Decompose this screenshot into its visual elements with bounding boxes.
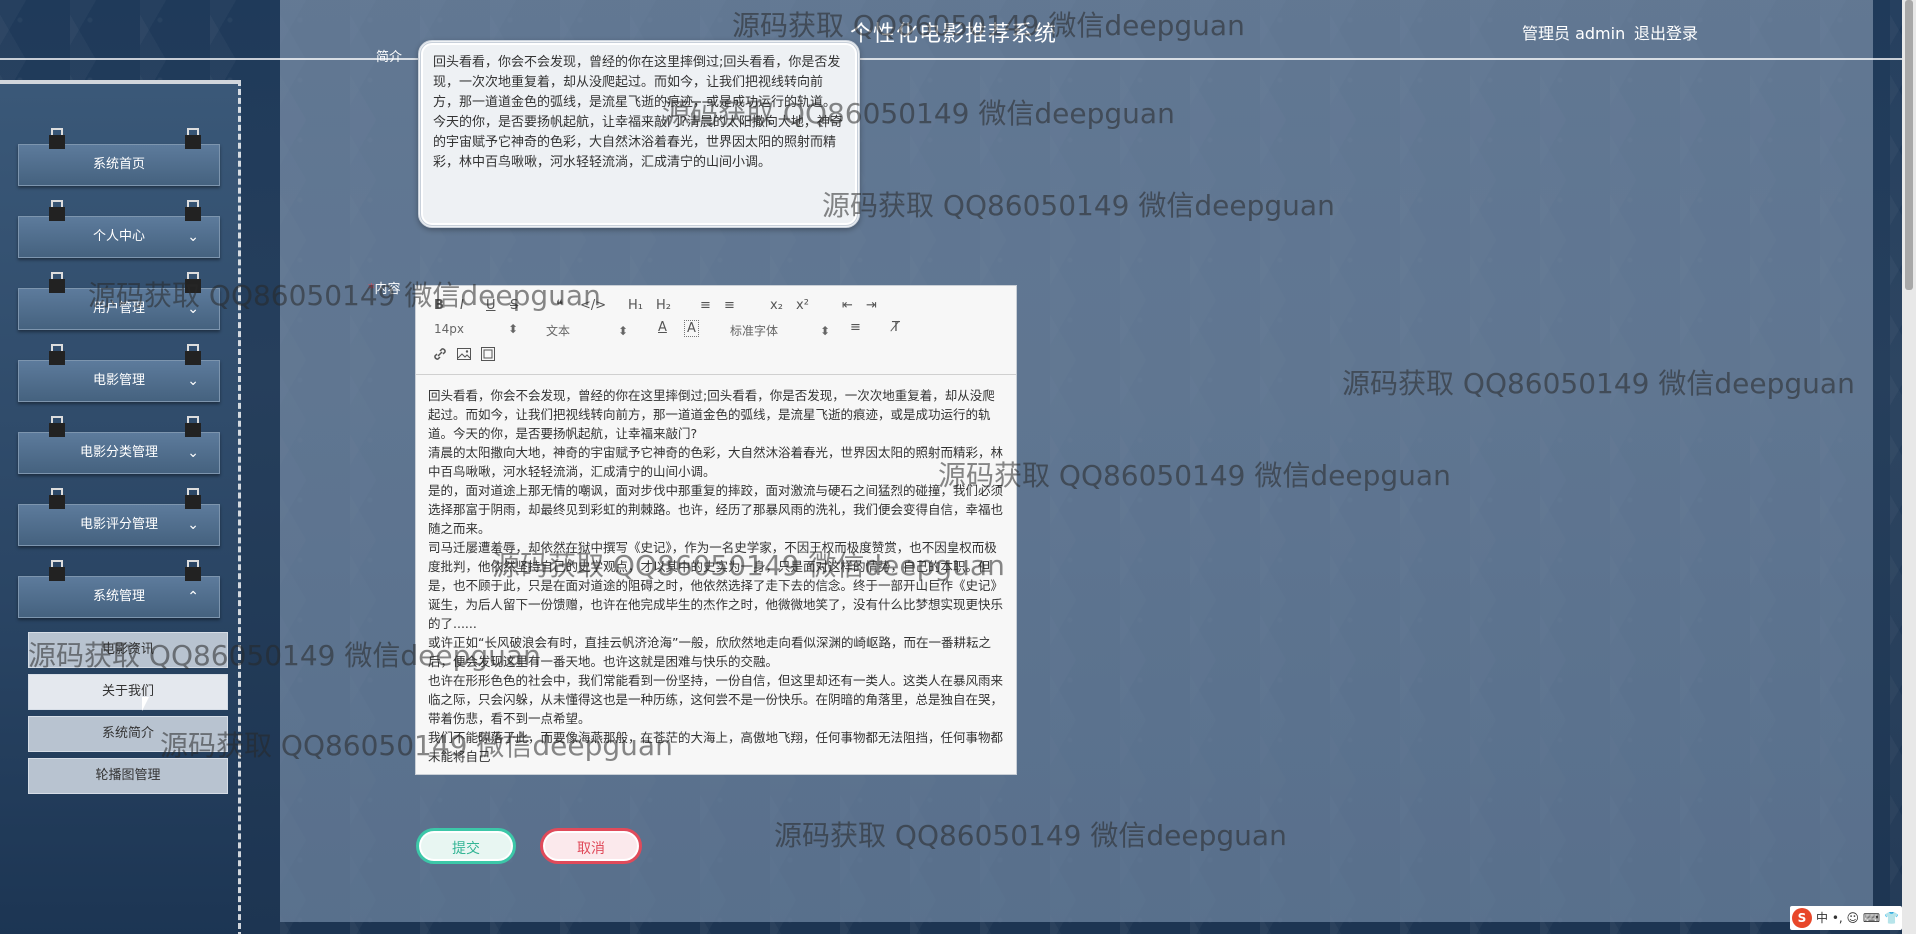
- italic-button[interactable]: I: [460, 298, 464, 313]
- text-style-select[interactable]: 文本 ⬍: [546, 322, 628, 339]
- chevron-down-icon: ⌄: [187, 301, 199, 317]
- sidebar-item-movie-category-management[interactable]: 电影分类管理 ⌄: [18, 416, 220, 474]
- admin-label: 管理员 admin: [1522, 24, 1626, 43]
- chevron-down-icon: ⌄: [187, 373, 199, 389]
- image-icon[interactable]: [456, 346, 472, 362]
- chevron-down-icon: ⌄: [187, 229, 199, 245]
- chevron-down-icon: ⌄: [187, 517, 199, 533]
- binder-clip-icon: [49, 200, 65, 221]
- rich-text-editor[interactable]: B I U S ❝ </> H₁ H₂ ≡ ≡ x₂ x² ⇤ ⇥ 14px ⬍ …: [415, 285, 1017, 775]
- editor-paragraph: 司马迁屡遭羞辱，却依然在狱中撰写《史记》，作为一名史学家，不因王权而极度赞赏，也…: [428, 540, 1004, 631]
- sidebar-subitem-system-intro[interactable]: 系统简介: [28, 716, 228, 752]
- clear-format-button[interactable]: T̸: [892, 320, 900, 335]
- select-arrow-icon: ⬍: [618, 324, 629, 338]
- code-block-button[interactable]: </>: [580, 298, 606, 313]
- sidebar-subitem-about-us[interactable]: 关于我们: [28, 674, 228, 710]
- binder-clip-icon: [49, 488, 65, 509]
- intro-textarea[interactable]: 回头看看，你会不会发现，曾经的你在这里摔倒过;回头看看，你是否发现，一次次地重复…: [418, 40, 860, 228]
- chevron-up-icon: ⌃: [187, 589, 199, 605]
- sidebar-subitem-label: 轮播图管理: [95, 768, 161, 783]
- sidebar-item-home[interactable]: 系统首页: [18, 128, 220, 186]
- sidebar-item-label: 系统首页: [92, 157, 145, 172]
- editor-content[interactable]: 回头看看，你会不会发现，曾经的你在这里摔倒过;回头看看，你是否发现，一次次地重复…: [428, 386, 1006, 766]
- sidebar-item-label: 个人中心: [92, 229, 145, 244]
- sidebar-item-label: 电影评分管理: [79, 517, 158, 532]
- subscript-button[interactable]: x₂: [770, 298, 783, 313]
- page: 个性化电影推荐系统 管理员 admin 退出登录 系统首页 个人中心 ⌄ 用户管…: [0, 0, 1916, 934]
- heading2-button[interactable]: H₂: [656, 298, 671, 313]
- submit-button[interactable]: 提交: [416, 828, 516, 864]
- binder-clip-icon: [49, 560, 65, 581]
- sidebar-subitem-label: 系统简介: [101, 726, 154, 741]
- indent-button[interactable]: ⇥: [866, 298, 877, 313]
- sidebar-item-label: 用户管理: [92, 301, 145, 316]
- mouse-cursor-icon: [142, 697, 156, 711]
- font-family-select[interactable]: 标准字体 ⬍: [730, 322, 830, 339]
- font-size-value: 14px: [434, 322, 464, 336]
- ime-toolbar[interactable]: S中 •, ☺ ⌨ 👕 ⋮⋮: [1790, 906, 1902, 930]
- blockquote-button[interactable]: ❝: [556, 298, 563, 313]
- sidebar-item-personal-center[interactable]: 个人中心 ⌄: [18, 200, 220, 258]
- editor-paragraph: 或许正如“长风破浪会有时，直挂云帆济沧海”一般，欣欣然地走向看似深渊的崎岖路，而…: [428, 635, 991, 669]
- cancel-button[interactable]: 取消: [540, 828, 642, 864]
- heading1-button[interactable]: H₁: [628, 298, 643, 313]
- logout-link[interactable]: 退出登录: [1634, 20, 1698, 44]
- content-label-wrap: *内容: [368, 278, 401, 297]
- sogou-logo-icon: S: [1792, 908, 1812, 928]
- chevron-down-icon: ⌄: [187, 445, 199, 461]
- sidebar-item-label: 系统管理: [92, 589, 145, 604]
- sidebar-item-label: 电影管理: [92, 373, 145, 388]
- site-title: 个性化电影推荐系统: [850, 21, 1058, 46]
- editor-paragraph: 回头看看，你会不会发现，曾经的你在这里摔倒过;回头看看，你是否发现，一次次地重复…: [428, 388, 995, 441]
- align-button[interactable]: ≡: [850, 320, 861, 335]
- sidebar-subitem-movie-news[interactable]: 电影资讯: [28, 632, 228, 668]
- sidebar-item-movie-management[interactable]: 电影管理 ⌄: [18, 344, 220, 402]
- binder-clip-icon: [49, 128, 65, 149]
- select-arrow-icon: ⬍: [820, 324, 831, 338]
- font-size-select[interactable]: 14px ⬍: [434, 322, 518, 336]
- bold-button[interactable]: B: [434, 298, 444, 313]
- underline-button[interactable]: U: [486, 298, 496, 313]
- font-family-value: 标准字体: [730, 324, 779, 338]
- top-bar: 个性化电影推荐系统 管理员 admin 退出登录: [0, 0, 1916, 60]
- sidebar-subitem-carousel-management[interactable]: 轮播图管理: [28, 758, 228, 794]
- binder-clip-icon: [49, 344, 65, 365]
- scrollbar-thumb[interactable]: [1905, 0, 1913, 290]
- binder-clip-icon: [185, 128, 201, 149]
- sidebar-item-label: 电影分类管理: [79, 445, 158, 460]
- sidebar-subitem-label: 电影资讯: [101, 642, 154, 657]
- sidebar-item-user-management[interactable]: 用户管理 ⌄: [18, 272, 220, 330]
- sidebar: 系统首页 个人中心 ⌄ 用户管理 ⌄ 电影管理 ⌄ 电影分类管理 ⌄ 电影评分管…: [0, 80, 241, 934]
- editor-toolbar: B I U S ❝ </> H₁ H₂ ≡ ≡ x₂ x² ⇤ ⇥ 14px ⬍ …: [416, 286, 1016, 375]
- select-arrow-icon: ⬍: [508, 322, 519, 336]
- font-color-button[interactable]: A: [658, 320, 667, 335]
- editor-paragraph: 我们不能晾落于此，而要像海燕那般，在苍茫的大海上，高傲地飞翔，任何事物都无法阻挡…: [428, 730, 1004, 764]
- binder-clip-icon: [49, 416, 65, 437]
- ordered-list-button[interactable]: ≡: [700, 298, 711, 313]
- outdent-button[interactable]: ⇤: [842, 298, 853, 313]
- strikethrough-button[interactable]: S: [510, 298, 518, 313]
- editor-paragraph: 是的，面对道途上那无情的嘲讽，面对步伐中那重复的摔跤，面对激流与硬石之间猛烈的碰…: [428, 483, 1004, 536]
- sidebar-item-system-management[interactable]: 系统管理 ⌃: [18, 560, 220, 618]
- binder-clip-icon: [49, 272, 65, 293]
- background-color-button[interactable]: A: [684, 320, 699, 337]
- editor-paragraph: 清晨的太阳撒向大地，神奇的宇宙赋予它神奇的色彩，大自然沐浴着春光，世界因太阳的照…: [428, 445, 1004, 479]
- bullet-list-button[interactable]: ≡: [724, 298, 735, 313]
- editor-paragraph: 也许在形形色色的社会中，我们常能看到一份坚持，一份自信，但这里却还有一类人。这类…: [428, 673, 1004, 726]
- link-icon[interactable]: [432, 346, 448, 362]
- content-label: 内容: [374, 282, 401, 297]
- sidebar-item-movie-rating-management[interactable]: 电影评分管理 ⌄: [18, 488, 220, 546]
- video-icon[interactable]: [480, 346, 496, 362]
- intro-label: 简介: [376, 50, 403, 65]
- superscript-button[interactable]: x²: [796, 298, 809, 313]
- text-style-value: 文本: [546, 324, 571, 338]
